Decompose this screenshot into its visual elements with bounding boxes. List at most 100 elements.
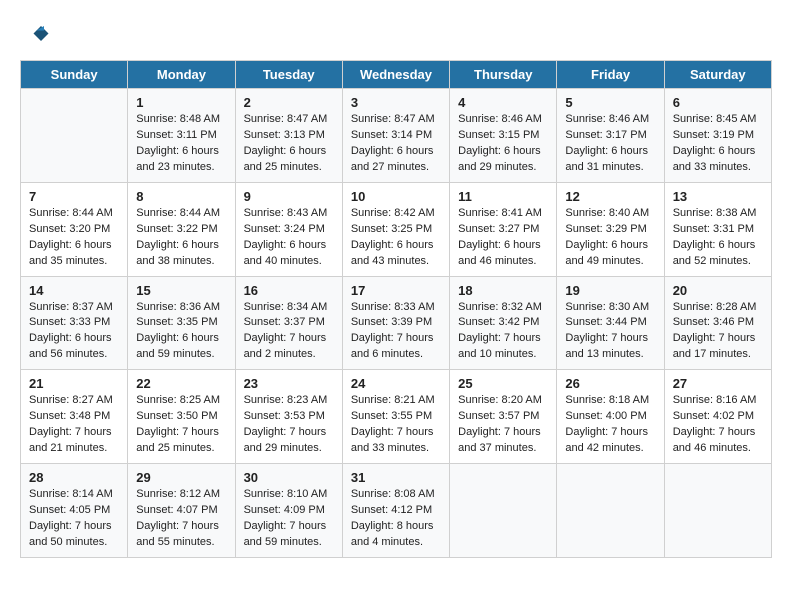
calendar-cell: 20 Sunrise: 8:28 AMSunset: 3:46 PMDayligh… <box>664 276 771 370</box>
cell-content: Sunrise: 8:44 AMSunset: 3:22 PMDaylight:… <box>136 206 226 270</box>
cell-content: Sunrise: 8:32 AMSunset: 3:42 PMDaylight:… <box>458 300 548 364</box>
cell-content: Sunrise: 8:36 AMSunset: 3:35 PMDaylight:… <box>136 300 226 364</box>
calendar-cell: 5 Sunrise: 8:46 AMSunset: 3:17 PMDaylight… <box>557 89 664 183</box>
calendar-cell: 19 Sunrise: 8:30 AMSunset: 3:44 PMDayligh… <box>557 276 664 370</box>
cell-content: Sunrise: 8:40 AMSunset: 3:29 PMDaylight:… <box>565 206 655 270</box>
calendar-cell: 16Sunrise: 8:34 AMSunset: 3:37 PMDayligh… <box>235 276 342 370</box>
cell-content: Sunrise: 8:16 AMSunset: 4:02 PMDaylight:… <box>673 393 763 457</box>
logo-icon <box>20 20 50 50</box>
day-number: 17 <box>351 283 441 298</box>
calendar-cell: 22 Sunrise: 8:25 AMSunset: 3:50 PMDayligh… <box>128 370 235 464</box>
day-number: 7 <box>29 189 119 204</box>
calendar-cell: 2 Sunrise: 8:47 AMSunset: 3:13 PMDaylight… <box>235 89 342 183</box>
day-number: 2 <box>244 95 334 110</box>
calendar-cell: 6 Sunrise: 8:45 AMSunset: 3:19 PMDaylight… <box>664 89 771 183</box>
cell-content: Sunrise: 8:33 AMSunset: 3:39 PMDaylight:… <box>351 300 441 364</box>
day-number: 13 <box>673 189 763 204</box>
calendar-cell: 17 Sunrise: 8:33 AMSunset: 3:39 PMDayligh… <box>342 276 449 370</box>
day-number: 20 <box>673 283 763 298</box>
calendar-cell: 14 Sunrise: 8:37 AMSunset: 3:33 PMDayligh… <box>21 276 128 370</box>
calendar-cell: 1 Sunrise: 8:48 AMSunset: 3:11 PMDaylight… <box>128 89 235 183</box>
day-number: 6 <box>673 95 763 110</box>
day-number: 19 <box>565 283 655 298</box>
cell-content: Sunrise: 8:23 AMSunset: 3:53 PMDaylight:… <box>244 393 334 457</box>
cell-content: Sunrise: 8:47 AMSunset: 3:13 PMDaylight:… <box>244 112 334 176</box>
day-number: 22 <box>136 376 226 391</box>
day-number: 14 <box>29 283 119 298</box>
cell-content: Sunrise: 8:21 AMSunset: 3:55 PMDaylight:… <box>351 393 441 457</box>
calendar-table: SundayMondayTuesdayWednesdayThursdayFrid… <box>20 60 772 558</box>
calendar-cell <box>557 464 664 558</box>
day-number: 9 <box>244 189 334 204</box>
logo <box>20 20 54 50</box>
day-number: 24 <box>351 376 441 391</box>
cell-content: Sunrise: 8:37 AMSunset: 3:33 PMDaylight:… <box>29 300 119 364</box>
calendar-cell: 28 Sunrise: 8:14 AMSunset: 4:05 PMDayligh… <box>21 464 128 558</box>
calendar-cell <box>21 89 128 183</box>
calendar-cell: 4 Sunrise: 8:46 AMSunset: 3:15 PMDaylight… <box>450 89 557 183</box>
cell-content: Sunrise: 8:47 AMSunset: 3:14 PMDaylight:… <box>351 112 441 176</box>
calendar-cell: 18Sunrise: 8:32 AMSunset: 3:42 PMDayligh… <box>450 276 557 370</box>
calendar-cell: 10 Sunrise: 8:42 AMSunset: 3:25 PMDayligh… <box>342 182 449 276</box>
cell-content: Sunrise: 8:44 AMSunset: 3:20 PMDaylight:… <box>29 206 119 270</box>
day-number: 5 <box>565 95 655 110</box>
cell-content: Sunrise: 8:10 AMSunset: 4:09 PMDaylight:… <box>244 487 334 551</box>
day-number: 29 <box>136 470 226 485</box>
cell-content: Sunrise: 8:18 AMSunset: 4:00 PMDaylight:… <box>565 393 655 457</box>
column-header-saturday: Saturday <box>664 61 771 89</box>
calendar-cell: 8 Sunrise: 8:44 AMSunset: 3:22 PMDaylight… <box>128 182 235 276</box>
cell-content: Sunrise: 8:41 AMSunset: 3:27 PMDaylight:… <box>458 206 548 270</box>
calendar-cell: 21Sunrise: 8:27 AMSunset: 3:48 PMDayligh… <box>21 370 128 464</box>
calendar-cell <box>664 464 771 558</box>
day-number: 21 <box>29 376 119 391</box>
calendar-cell: 25 Sunrise: 8:20 AMSunset: 3:57 PMDayligh… <box>450 370 557 464</box>
column-header-thursday: Thursday <box>450 61 557 89</box>
calendar-cell: 24 Sunrise: 8:21 AMSunset: 3:55 PMDayligh… <box>342 370 449 464</box>
day-number: 31 <box>351 470 441 485</box>
column-header-tuesday: Tuesday <box>235 61 342 89</box>
column-header-friday: Friday <box>557 61 664 89</box>
cell-content: Sunrise: 8:42 AMSunset: 3:25 PMDaylight:… <box>351 206 441 270</box>
day-number: 16 <box>244 283 334 298</box>
cell-content: Sunrise: 8:20 AMSunset: 3:57 PMDaylight:… <box>458 393 548 457</box>
calendar-cell: 23 Sunrise: 8:23 AMSunset: 3:53 PMDayligh… <box>235 370 342 464</box>
calendar-cell: 3Sunrise: 8:47 AMSunset: 3:14 PMDaylight… <box>342 89 449 183</box>
calendar-cell <box>450 464 557 558</box>
calendar-cell: 30Sunrise: 8:10 AMSunset: 4:09 PMDayligh… <box>235 464 342 558</box>
day-number: 10 <box>351 189 441 204</box>
cell-content: Sunrise: 8:43 AMSunset: 3:24 PMDaylight:… <box>244 206 334 270</box>
calendar-cell: 27 Sunrise: 8:16 AMSunset: 4:02 PMDayligh… <box>664 370 771 464</box>
column-header-monday: Monday <box>128 61 235 89</box>
day-number: 4 <box>458 95 548 110</box>
day-number: 15 <box>136 283 226 298</box>
cell-content: Sunrise: 8:38 AMSunset: 3:31 PMDaylight:… <box>673 206 763 270</box>
cell-content: Sunrise: 8:30 AMSunset: 3:44 PMDaylight:… <box>565 300 655 364</box>
calendar-cell: 29Sunrise: 8:12 AMSunset: 4:07 PMDayligh… <box>128 464 235 558</box>
day-number: 11 <box>458 189 548 204</box>
calendar-cell: 26 Sunrise: 8:18 AMSunset: 4:00 PMDayligh… <box>557 370 664 464</box>
day-number: 27 <box>673 376 763 391</box>
cell-content: Sunrise: 8:14 AMSunset: 4:05 PMDaylight:… <box>29 487 119 551</box>
day-number: 8 <box>136 189 226 204</box>
cell-content: Sunrise: 8:25 AMSunset: 3:50 PMDaylight:… <box>136 393 226 457</box>
cell-content: Sunrise: 8:46 AMSunset: 3:17 PMDaylight:… <box>565 112 655 176</box>
page-header <box>20 20 772 50</box>
calendar-cell: 9 Sunrise: 8:43 AMSunset: 3:24 PMDaylight… <box>235 182 342 276</box>
cell-content: Sunrise: 8:45 AMSunset: 3:19 PMDaylight:… <box>673 112 763 176</box>
cell-content: Sunrise: 8:08 AMSunset: 4:12 PMDaylight:… <box>351 487 441 551</box>
calendar-cell: 13 Sunrise: 8:38 AMSunset: 3:31 PMDayligh… <box>664 182 771 276</box>
day-number: 26 <box>565 376 655 391</box>
cell-content: Sunrise: 8:48 AMSunset: 3:11 PMDaylight:… <box>136 112 226 176</box>
day-number: 25 <box>458 376 548 391</box>
cell-content: Sunrise: 8:46 AMSunset: 3:15 PMDaylight:… <box>458 112 548 176</box>
cell-content: Sunrise: 8:28 AMSunset: 3:46 PMDaylight:… <box>673 300 763 364</box>
day-number: 12 <box>565 189 655 204</box>
column-header-sunday: Sunday <box>21 61 128 89</box>
calendar-cell: 7 Sunrise: 8:44 AMSunset: 3:20 PMDaylight… <box>21 182 128 276</box>
calendar-cell: 12 Sunrise: 8:40 AMSunset: 3:29 PMDayligh… <box>557 182 664 276</box>
day-number: 28 <box>29 470 119 485</box>
day-number: 1 <box>136 95 226 110</box>
day-number: 23 <box>244 376 334 391</box>
column-header-wednesday: Wednesday <box>342 61 449 89</box>
calendar-cell: 31 Sunrise: 8:08 AMSunset: 4:12 PMDayligh… <box>342 464 449 558</box>
